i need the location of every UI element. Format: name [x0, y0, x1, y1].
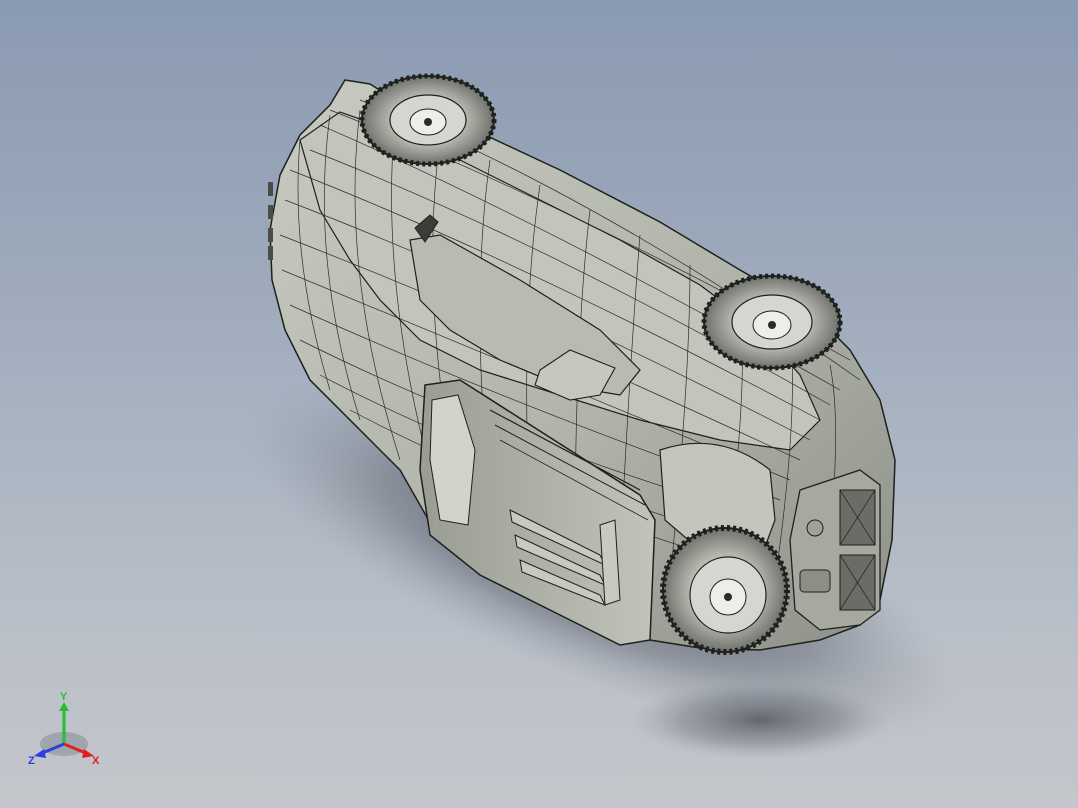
y-axis-label: Y [60, 692, 68, 703]
wheel-rear-left[interactable] [359, 73, 497, 167]
wheel-front[interactable] [660, 525, 790, 655]
z-arrow-icon [34, 749, 46, 758]
y-arrow-icon [59, 702, 69, 711]
graphics-viewport[interactable]: Y X Z [0, 0, 1078, 808]
vehicle-model[interactable] [0, 0, 1078, 808]
tow-hook [806, 519, 824, 537]
wheel-rear-right[interactable] [701, 273, 843, 371]
coordinate-triad: Y X Z [28, 692, 100, 767]
x-axis-label: X [92, 755, 100, 767]
z-axis-label: Z [28, 755, 35, 767]
